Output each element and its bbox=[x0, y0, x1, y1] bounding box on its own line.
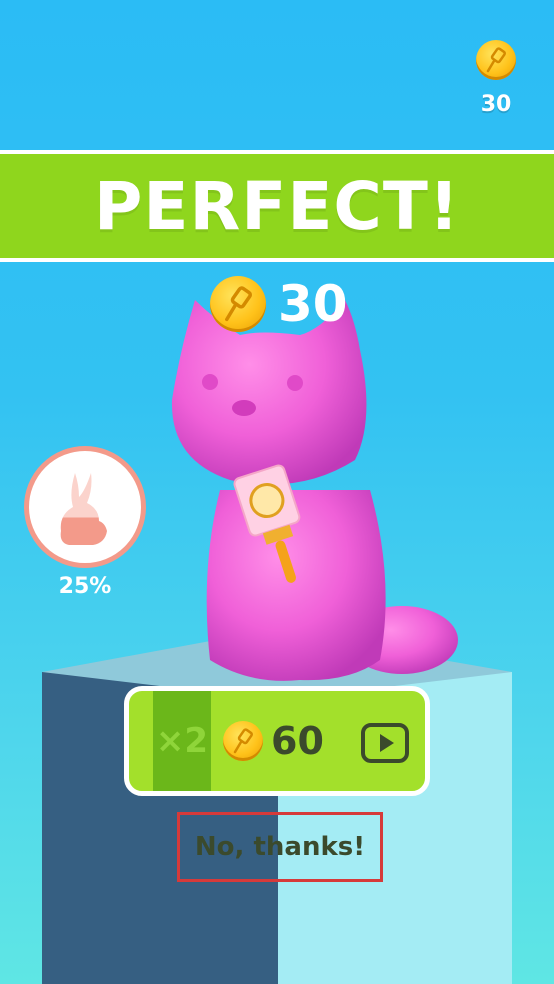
pink-cat-figure bbox=[171, 300, 458, 681]
coin-brush-icon bbox=[210, 276, 266, 332]
multiplier-label: ×2 bbox=[153, 691, 211, 791]
unlock-percent: 25% bbox=[58, 574, 112, 599]
result-title: PERFECT! bbox=[93, 167, 460, 245]
progress-ring bbox=[24, 446, 146, 568]
result-banner: PERFECT! bbox=[0, 150, 554, 262]
double-reward-button[interactable]: ×2 60 bbox=[124, 686, 430, 796]
no-thanks-button[interactable]: No, thanks! bbox=[177, 812, 383, 882]
coin-brush-icon bbox=[223, 721, 263, 761]
double-reward-amount: 60 bbox=[271, 719, 324, 763]
coin-brush-icon bbox=[476, 40, 516, 80]
top-coin-counter: 30 bbox=[466, 40, 526, 117]
play-video-icon bbox=[361, 723, 409, 763]
reward-amount: 30 bbox=[278, 275, 348, 333]
no-thanks-label: No, thanks! bbox=[194, 832, 366, 862]
reward-display: 30 bbox=[210, 274, 348, 334]
coin-count: 30 bbox=[480, 92, 512, 117]
next-unlock-progress: 25% bbox=[24, 446, 146, 599]
rabbit-silhouette-icon bbox=[60, 473, 107, 545]
